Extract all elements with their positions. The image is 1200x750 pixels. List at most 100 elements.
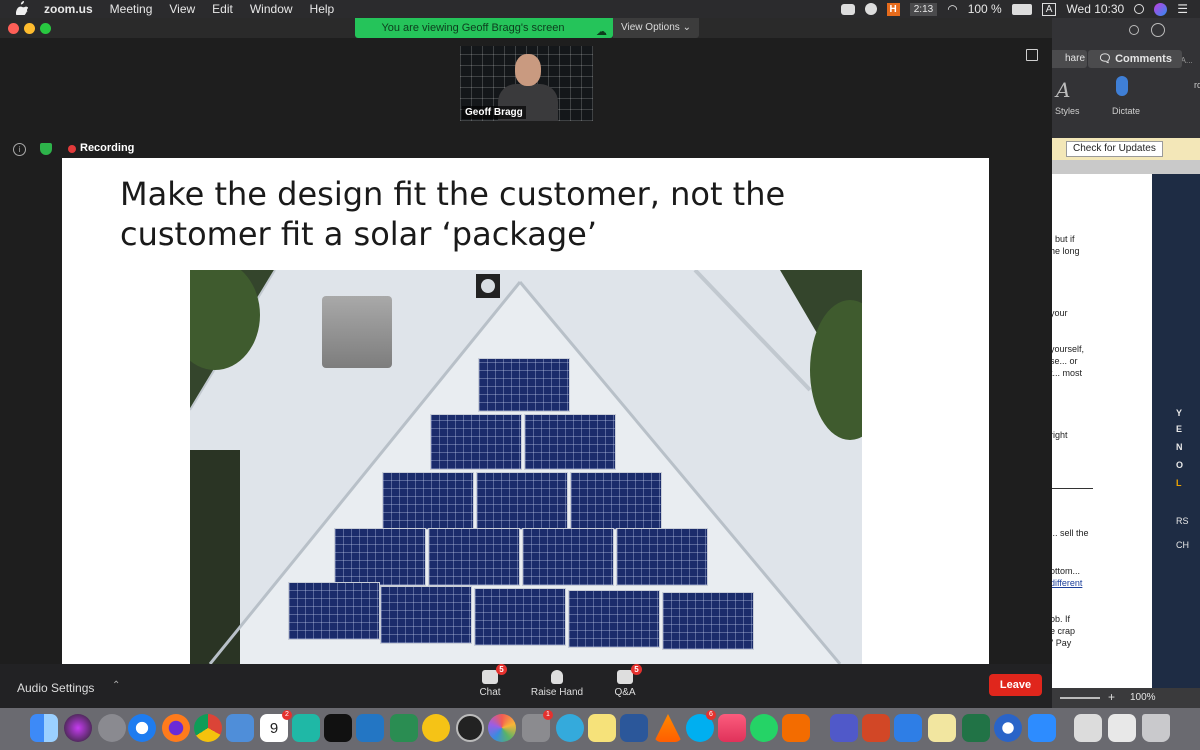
fullscreen-icon[interactable]	[1026, 49, 1038, 61]
window-thumbnail-icon[interactable]	[1108, 714, 1136, 742]
siri-icon[interactable]	[1154, 2, 1168, 16]
battery-percent[interactable]: 100 %	[968, 2, 1002, 16]
zoom-slider[interactable]	[1060, 697, 1100, 699]
preview-icon[interactable]	[226, 714, 254, 742]
photos-icon[interactable]	[488, 714, 516, 742]
notepad-icon[interactable]	[928, 714, 956, 742]
dock: 9 2 1 6	[0, 708, 1200, 750]
solar-panel	[662, 592, 754, 650]
notes-icon[interactable]	[588, 714, 616, 742]
minimize-window-icon[interactable]	[24, 23, 35, 34]
qa-button[interactable]: 5 Q&A	[610, 664, 642, 698]
firefox-icon[interactable]	[162, 714, 190, 742]
check-for-updates-button[interactable]: Check for Updates	[1066, 141, 1163, 157]
doc-link-fragment[interactable]: different	[1052, 578, 1082, 589]
word-window: he A... hare 🗨 Comments rd A Styles Dict…	[1052, 18, 1200, 708]
check-status-icon[interactable]	[864, 3, 877, 15]
close-window-icon[interactable]	[8, 23, 19, 34]
cyberduck-icon[interactable]	[422, 714, 450, 742]
launchpad-icon[interactable]	[98, 714, 126, 742]
menu-app-name[interactable]: zoom.us	[44, 2, 93, 16]
menu-view[interactable]: View	[169, 2, 195, 16]
roof-air-conditioner	[322, 296, 392, 368]
participant-video-tile[interactable]: Geoff Bragg	[460, 46, 593, 121]
teams-icon[interactable]	[830, 714, 858, 742]
app-icon[interactable]	[292, 714, 320, 742]
harvest-icon[interactable]	[782, 714, 810, 742]
timer-app-icon[interactable]: H	[886, 2, 900, 16]
dictate-label[interactable]: Dictate	[1112, 106, 1140, 116]
raise-hand-label: Raise Hand	[530, 687, 584, 698]
search-icon[interactable]	[1129, 25, 1139, 35]
menu-help[interactable]: Help	[310, 2, 335, 16]
styles-icon[interactable]: A	[1056, 78, 1070, 102]
excel-icon[interactable]	[962, 714, 990, 742]
info-icon[interactable]: i	[13, 143, 26, 156]
slide-title: Make the design fit the customer, not th…	[120, 174, 880, 254]
chat-button[interactable]: 5 Chat	[474, 664, 507, 698]
browser-app-icon[interactable]	[994, 714, 1022, 742]
zoom-icon[interactable]	[1028, 714, 1056, 742]
side-graphic-letter: CH	[1176, 540, 1189, 550]
app-icon[interactable]	[390, 714, 418, 742]
update-notice-bar: Check for Updates	[1052, 138, 1200, 160]
zoom-in-icon[interactable]: +	[1108, 690, 1115, 704]
music-icon[interactable]	[718, 714, 746, 742]
doc-text-fragment: your	[1052, 308, 1068, 318]
chevron-down-icon: ⌄	[682, 22, 691, 33]
audio-settings-button[interactable]: Audio Settings	[17, 681, 94, 695]
battery-icon[interactable]	[1011, 3, 1032, 15]
calendar-badge: 2	[282, 710, 292, 720]
activity-monitor-icon[interactable]	[456, 714, 484, 742]
spotlight-search-icon[interactable]	[1134, 4, 1145, 14]
powerpoint-icon[interactable]	[862, 714, 890, 742]
apple-icon[interactable]	[15, 0, 30, 18]
menu-window[interactable]: Window	[250, 2, 293, 16]
share-button[interactable]: hare	[1052, 50, 1087, 68]
finder-icon[interactable]	[30, 714, 58, 742]
messages-icon[interactable]	[556, 714, 584, 742]
vlc-icon[interactable]	[654, 714, 682, 742]
chrome-icon[interactable]	[194, 714, 222, 742]
trash-icon[interactable]	[1142, 714, 1170, 742]
menu-meeting[interactable]: Meeting	[110, 2, 153, 16]
ribbon-fragment-text: rd	[1194, 80, 1200, 90]
menu-edit[interactable]: Edit	[212, 2, 233, 16]
styles-label[interactable]: Styles	[1055, 106, 1080, 116]
qa-bubble-icon: 5	[617, 664, 642, 684]
view-options-button[interactable]: View Options ⌄	[613, 18, 699, 38]
doc-text-fragment: " Pay	[1052, 638, 1072, 648]
word-status-bar: + 100%	[1052, 688, 1200, 708]
shared-slide: Make the design fit the customer, not th…	[62, 158, 989, 664]
audio-app-icon[interactable]	[356, 714, 384, 742]
whatsapp-icon[interactable]	[750, 714, 778, 742]
siri-dock-icon[interactable]	[64, 714, 92, 742]
comments-button[interactable]: 🗨 Comments	[1088, 50, 1182, 68]
feedback-smiley-icon[interactable]	[1151, 23, 1165, 37]
side-graphic-letter: N	[1176, 442, 1183, 452]
tidal-icon[interactable]	[324, 714, 352, 742]
input-source-indicator[interactable]: A	[1041, 2, 1057, 16]
window-thumbnail-icon[interactable]	[1074, 714, 1102, 742]
dictate-mic-icon[interactable]	[1116, 76, 1128, 96]
word-icon[interactable]	[620, 714, 648, 742]
raise-hand-button[interactable]: Raise Hand	[527, 670, 587, 698]
notification-center-icon[interactable]: ☰	[1177, 2, 1188, 16]
solar-panel	[522, 528, 614, 586]
leave-button[interactable]: Leave	[989, 674, 1042, 696]
doc-horizontal-rule	[1052, 488, 1093, 489]
safari-icon[interactable]	[128, 714, 156, 742]
zoom-window-icon[interactable]	[40, 23, 51, 34]
zoom-level[interactable]: 100%	[1130, 692, 1156, 703]
wifi-icon[interactable]: ◠	[947, 2, 957, 16]
security-shield-icon[interactable]	[40, 143, 52, 155]
word-document-page[interactable]: , but if he long your yourself, se... or…	[1052, 174, 1152, 708]
side-graphic-letter: E	[1176, 424, 1183, 434]
menu-clock[interactable]: Wed 10:30	[1066, 2, 1124, 16]
slide-title-line-2: customer fit a solar ‘package’	[120, 215, 598, 253]
todo-icon[interactable]	[894, 714, 922, 742]
timer-readout[interactable]: 2:13	[909, 2, 938, 16]
zoom-status-icon[interactable]	[840, 3, 855, 15]
doc-text-fragment: ... sell the	[1052, 528, 1089, 538]
chevron-up-icon[interactable]: ⌃	[112, 680, 120, 691]
